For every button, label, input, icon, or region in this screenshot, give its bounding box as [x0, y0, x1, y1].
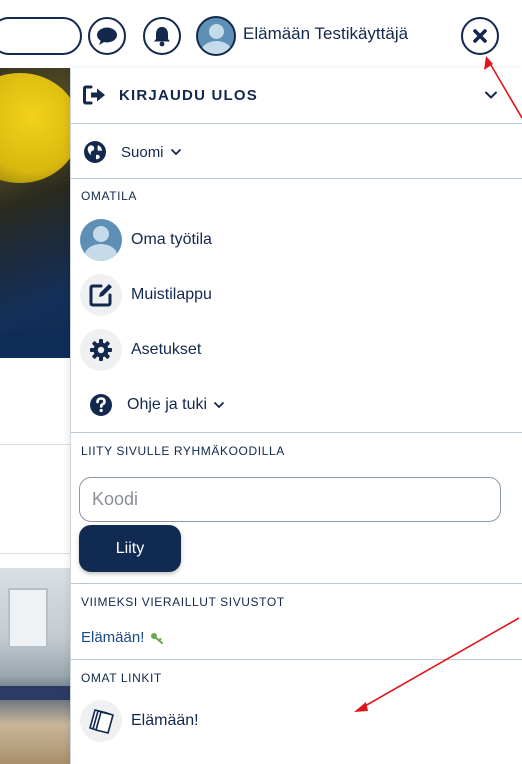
chevron-down-icon[interactable] [484, 90, 498, 100]
edit-note-icon [80, 274, 122, 316]
menu-item-label: Oma työtila [131, 231, 212, 248]
recent-site-link[interactable]: Elämään! [81, 629, 164, 646]
menu-item-settings[interactable]: Asetukset [80, 329, 201, 371]
section-title-own-space: OMATILA [81, 189, 137, 203]
section-title-join: LIITY SIVULLE RYHMÄKOODILLA [81, 444, 285, 458]
recent-site-label: Elämään! [81, 629, 145, 646]
sign-out-icon [83, 85, 105, 105]
divider [71, 583, 522, 584]
globe-icon [84, 141, 106, 163]
key-icon [151, 632, 164, 644]
pages-icon [80, 700, 122, 742]
top-bar: Elämään Testikäyttäjä [0, 0, 522, 68]
menu-item-label: Asetukset [131, 341, 202, 358]
chat-bubble-icon [97, 27, 117, 45]
help-support-menu[interactable]: Ohje ja tuki [89, 393, 225, 417]
own-link-label: Elämään! [131, 712, 199, 729]
group-code-input[interactable] [79, 477, 501, 522]
search-input[interactable] [0, 17, 82, 55]
chevron-down-icon [214, 402, 224, 409]
background-divider [0, 444, 72, 445]
section-title-own-links: OMAT LINKIT [81, 671, 162, 685]
own-link-item[interactable]: Elämään! [80, 700, 199, 742]
background-classroom-image [0, 568, 72, 764]
menu-item-label: Muistilappu [131, 286, 212, 303]
close-x-icon [473, 29, 487, 43]
language-label: Suomi [121, 143, 164, 161]
chat-button[interactable] [88, 17, 126, 55]
gear-icon [80, 329, 122, 371]
chevron-down-icon [170, 149, 181, 156]
join-button[interactable]: Liity [79, 525, 181, 572]
divider [71, 432, 522, 433]
menu-item-notes[interactable]: Muistilappu [80, 274, 212, 316]
section-title-recent: VIIMEKSI VIERAILLUT SIVUSTOT [81, 595, 285, 609]
divider [71, 123, 522, 124]
user-name[interactable]: Elämään Testikäyttäjä [243, 24, 408, 44]
background-divider [0, 553, 72, 554]
background-hero-image [0, 68, 72, 358]
bell-icon [154, 27, 170, 47]
language-selector[interactable]: Suomi [83, 140, 182, 164]
user-avatar[interactable] [196, 16, 236, 56]
question-circle-icon [90, 394, 112, 416]
avatar-icon [80, 219, 122, 261]
logout-button[interactable]: KIRJAUDU ULOS [83, 85, 258, 105]
user-menu-panel: KIRJAUDU ULOS Suomi OMATILA Oma työtila … [70, 68, 522, 764]
divider [71, 178, 522, 179]
divider [71, 659, 522, 660]
help-label: Ohje ja tuki [127, 396, 208, 413]
close-menu-button[interactable] [461, 17, 499, 55]
menu-item-own-workspace[interactable]: Oma työtila [80, 219, 212, 261]
notifications-button[interactable] [143, 17, 181, 55]
logout-label: KIRJAUDU ULOS [119, 86, 258, 104]
